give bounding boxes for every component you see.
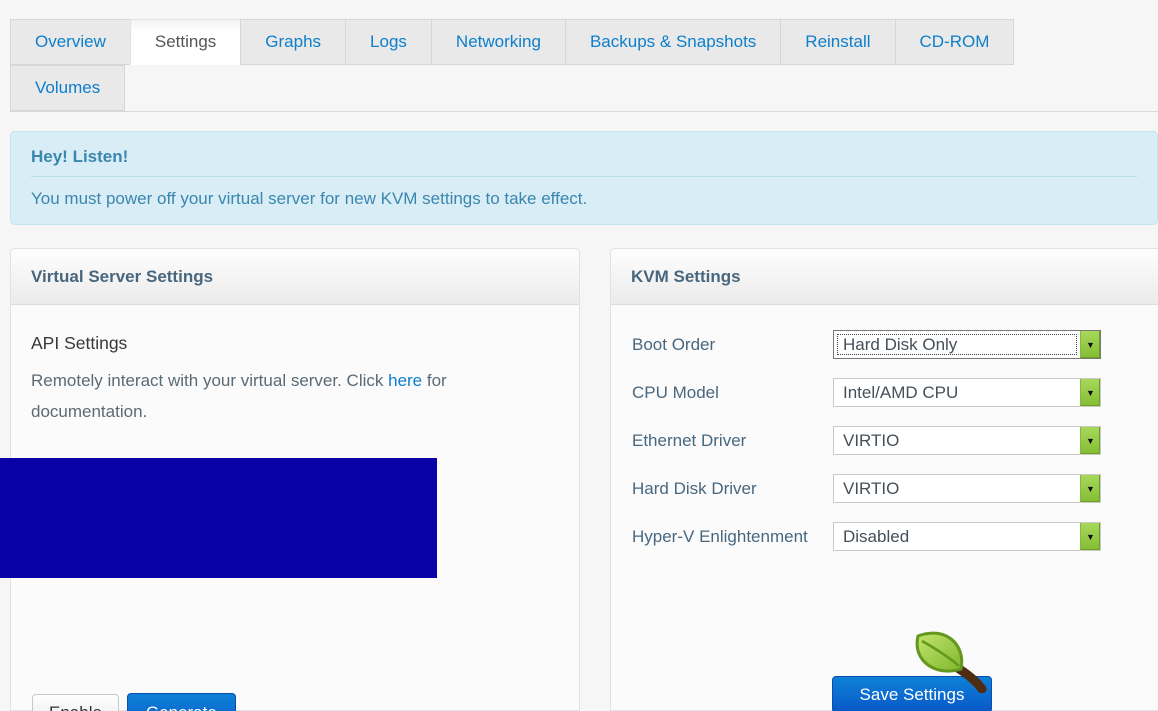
hard-disk-driver-select[interactable]: VIRTIO ▼ <box>833 474 1101 503</box>
kvm-info-alert: Hey! Listen! You must power off your vir… <box>10 131 1158 225</box>
api-settings-description: Remotely interact with your virtual serv… <box>31 365 559 427</box>
boot-order-label: Boot Order <box>632 330 833 359</box>
redacted-api-key-overlay <box>0 458 437 578</box>
form-row-hyperv: Hyper-V Enlightenment Disabled ▼ <box>632 522 1158 551</box>
panel-title: KVM Settings <box>611 249 1158 305</box>
tab-overview[interactable]: Overview <box>10 19 131 65</box>
chevron-down-icon[interactable]: ▼ <box>1080 475 1100 502</box>
hard-disk-driver-label: Hard Disk Driver <box>632 474 833 503</box>
ethernet-driver-value: VIRTIO <box>834 431 1080 451</box>
kvm-form: Boot Order Hard Disk Only ▼ CPU Model In… <box>611 305 1158 551</box>
cpu-model-value: Intel/AMD CPU <box>834 383 1080 403</box>
tab-logs[interactable]: Logs <box>345 19 432 65</box>
settings-page: Overview Settings Graphs Logs Networking… <box>0 0 1158 711</box>
chevron-down-icon[interactable]: ▼ <box>1080 427 1100 454</box>
tab-volumes[interactable]: Volumes <box>10 65 125 111</box>
hard-disk-driver-value: VIRTIO <box>834 479 1080 499</box>
alert-title: Hey! Listen! <box>11 132 1157 167</box>
boot-order-select[interactable]: Hard Disk Only ▼ <box>833 330 1101 359</box>
panel-title: Virtual Server Settings <box>11 249 579 305</box>
generate-button[interactable]: Generate <box>127 693 236 711</box>
cpu-model-select[interactable]: Intel/AMD CPU ▼ <box>833 378 1101 407</box>
chevron-down-icon[interactable]: ▼ <box>1080 523 1100 550</box>
ethernet-driver-select[interactable]: VIRTIO ▼ <box>833 426 1101 455</box>
tab-reinstall[interactable]: Reinstall <box>780 19 895 65</box>
kvm-settings-panel: KVM Settings Boot Order Hard Disk Only ▼… <box>610 248 1158 711</box>
chevron-down-icon[interactable]: ▼ <box>1080 331 1100 358</box>
api-buttons-row: Enable Generate <box>32 693 236 711</box>
tab-graphs[interactable]: Graphs <box>240 19 346 65</box>
tab-settings[interactable]: Settings <box>130 19 241 65</box>
alert-message: You must power off your virtual server f… <box>11 177 1157 209</box>
chevron-down-icon[interactable]: ▼ <box>1080 379 1100 406</box>
tab-networking[interactable]: Networking <box>431 19 566 65</box>
documentation-link[interactable]: here <box>388 371 422 390</box>
hyperv-enlightenment-label: Hyper-V Enlightenment <box>632 522 833 551</box>
enable-button[interactable]: Enable <box>32 694 119 711</box>
api-desc-text: Remotely interact with your virtual serv… <box>31 371 388 390</box>
save-settings-button[interactable]: Save Settings <box>832 676 992 711</box>
tab-cdrom[interactable]: CD-ROM <box>895 19 1015 65</box>
api-settings-heading: API Settings <box>31 333 579 354</box>
tab-backups-snapshots[interactable]: Backups & Snapshots <box>565 19 781 65</box>
hyperv-enlightenment-value: Disabled <box>834 527 1080 547</box>
form-row-boot-order: Boot Order Hard Disk Only ▼ <box>632 330 1158 359</box>
boot-order-value: Hard Disk Only <box>834 331 1080 358</box>
tab-bar: Overview Settings Graphs Logs Networking… <box>10 19 1158 112</box>
form-row-ethernet-driver: Ethernet Driver VIRTIO ▼ <box>632 426 1158 455</box>
form-row-cpu-model: CPU Model Intel/AMD CPU ▼ <box>632 378 1158 407</box>
form-row-hard-disk-driver: Hard Disk Driver VIRTIO ▼ <box>632 474 1158 503</box>
cpu-model-label: CPU Model <box>632 378 833 407</box>
panel-body: Boot Order Hard Disk Only ▼ CPU Model In… <box>611 305 1158 711</box>
ethernet-driver-label: Ethernet Driver <box>632 426 833 455</box>
hyperv-enlightenment-select[interactable]: Disabled ▼ <box>833 522 1101 551</box>
